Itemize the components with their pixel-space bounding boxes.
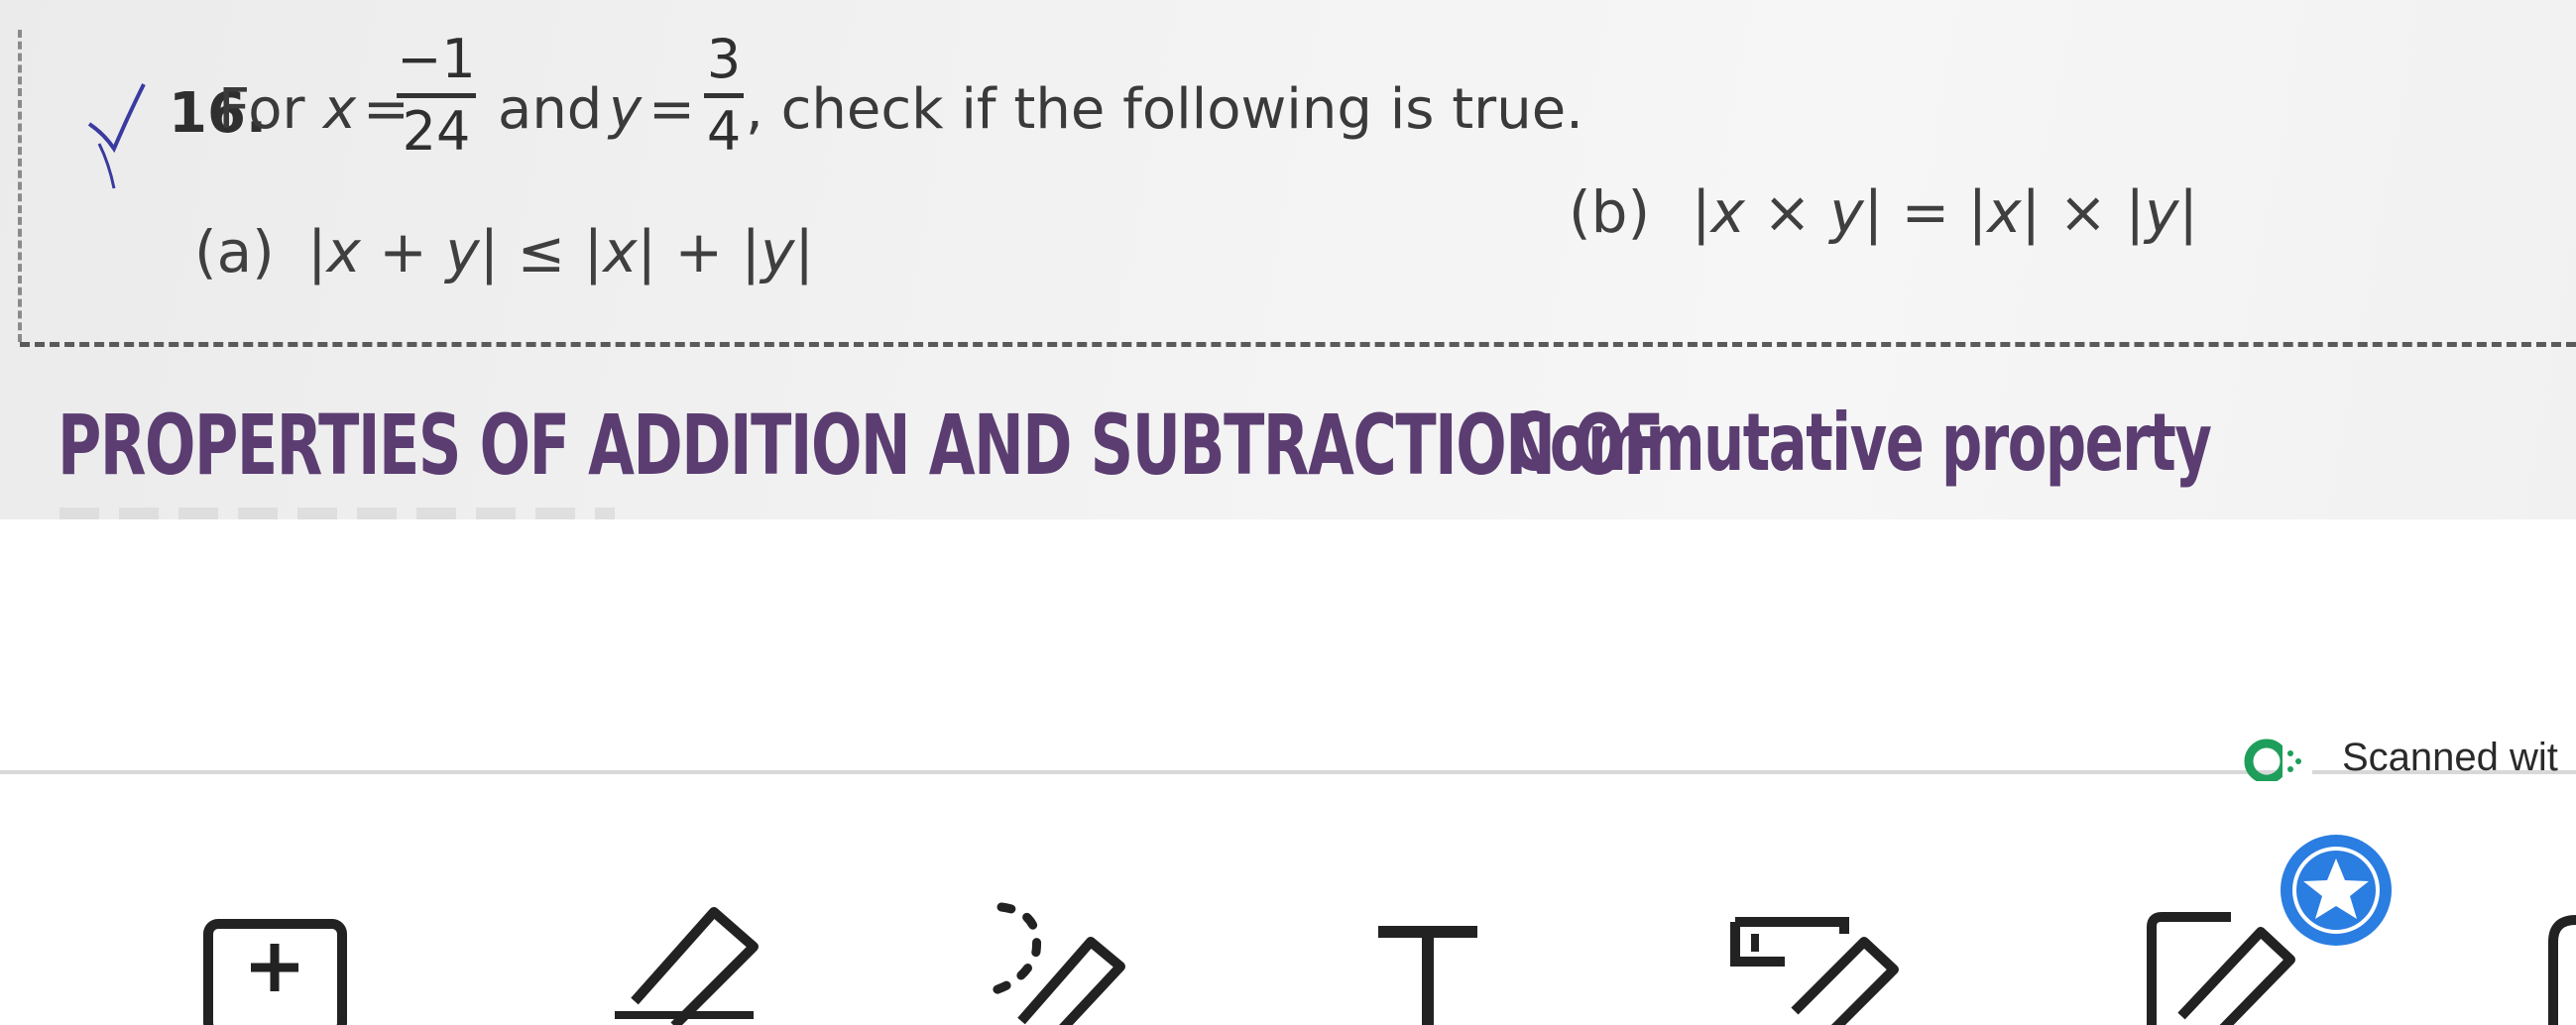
fraction-bar (397, 93, 476, 98)
add-box-tool[interactable] (198, 892, 377, 1025)
text-icon (1378, 926, 1477, 1025)
subsection-heading: Commutative property (1509, 397, 2212, 489)
more-tools-edge[interactable] (2538, 892, 2576, 1025)
x-numerator: −1 (397, 28, 476, 90)
x-fraction: −1 24 (397, 30, 476, 162)
scanner-logo-icon (2244, 739, 2312, 781)
eraser-icon (1730, 917, 1899, 1025)
question-prefix: For (218, 77, 305, 142)
highlighter-icon (615, 907, 759, 1025)
y-fraction: 3 4 (704, 30, 744, 162)
star-icon[interactable] (2277, 831, 2396, 950)
question-16: 16. For x = −1 24 and y = 3 4 , check if… (40, 20, 1725, 189)
and-word: and (498, 77, 603, 142)
fraction-bar (704, 93, 744, 98)
option-b-label: (b) (1569, 178, 1651, 246)
lasso-pen-tool[interactable] (982, 892, 1160, 1025)
y-numerator: 3 (706, 28, 742, 90)
add-box-icon (203, 919, 347, 1025)
section-heading: PROPERTIES OF ADDITION AND SUBTRACTION O… (58, 397, 1664, 494)
cut-off-text (59, 508, 615, 519)
partial-tool-icon (2548, 915, 2576, 1025)
toolbar-divider (0, 770, 2576, 774)
handwritten-tick-icon (87, 83, 146, 189)
eraser-tool[interactable] (1725, 892, 1904, 1025)
option-a-expression: |x + y| ≤ |x| + |y| (307, 218, 814, 285)
scanned-with-text: Scanned wit (2342, 736, 2558, 779)
option-b-expression: |x × y| = |x| × |y| (1692, 178, 2198, 246)
y-variable: y (609, 77, 643, 142)
scanned-page-image: 16. For x = −1 24 and y = 3 4 , check if… (0, 0, 2576, 519)
option-a-label: (a) (194, 218, 275, 285)
x-denominator: 24 (402, 100, 471, 163)
lasso-pen-icon (987, 902, 1125, 1025)
x-variable: x (323, 77, 357, 142)
y-denominator: 4 (706, 100, 742, 163)
text-tool[interactable] (1368, 892, 1547, 1025)
left-dashed-border (18, 30, 22, 342)
equals-sign: = (648, 77, 695, 142)
dashed-separator (20, 342, 2576, 347)
highlighter-tool[interactable] (615, 892, 793, 1025)
question-suffix: , check if the following is true. (746, 77, 1583, 142)
